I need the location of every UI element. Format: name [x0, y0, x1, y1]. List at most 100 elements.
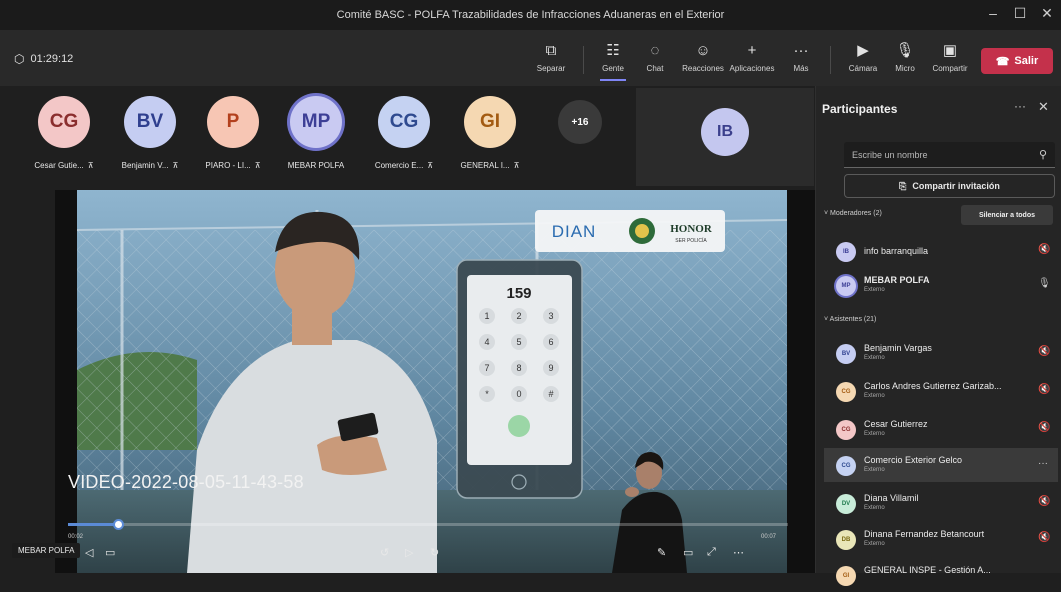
svg-text:#: # [548, 389, 553, 399]
video-frame-illustration: 159 1 2 3 4 5 6 7 8 9 * 0 # DIAN HONOR S… [77, 190, 787, 573]
leave-button[interactable]: ☎ Salir [981, 48, 1053, 74]
participant-row[interactable]: BV Benjamin Vargas Externo 🔇 [824, 336, 1058, 370]
avatar: CG [378, 96, 430, 148]
gallery-tile[interactable]: CG Comercio E... ⊼ [364, 96, 444, 170]
gallery-tile[interactable]: GI GENERAL I... ⊼ [450, 96, 530, 170]
tile-name: Cesar Gutie... [34, 161, 84, 170]
rewind-icon[interactable]: ↺ [380, 546, 389, 559]
honor-badge-text: HONOR [670, 223, 713, 235]
avatar: P [207, 96, 259, 148]
attendees-section-header[interactable]: ˅ Asistentes (21) [824, 316, 876, 323]
pin-icon: ⊼ [254, 161, 261, 170]
svg-text:7: 7 [484, 363, 489, 373]
svg-text:8: 8 [516, 363, 521, 373]
avatar: BV [124, 96, 176, 148]
participant-role: Externo [864, 431, 885, 437]
video-progress-bar[interactable] [68, 519, 788, 530]
more-options-icon[interactable]: ··· [1038, 458, 1048, 469]
participant-row[interactable]: CG Cesar Gutierrez Externo 🔇 [824, 412, 1058, 446]
phone-icon: ☎ [995, 55, 1010, 68]
participant-name: Diana Villamil [864, 493, 919, 503]
volume-icon[interactable]: ◁ [85, 546, 93, 559]
phone-number: 159 [506, 285, 531, 302]
shared-video[interactable]: 159 1 2 3 4 5 6 7 8 9 * 0 # DIAN HONOR S… [55, 190, 815, 573]
participant-row[interactable]: CG Comercio Exterior Gelco Externo ··· [824, 448, 1058, 482]
avatar: IB [701, 108, 749, 156]
video-title: VIDEO-2022-08-05-11-43-58 [68, 472, 304, 492]
mic-off-icon: 🔇 [1038, 422, 1051, 433]
participant-name: MEBAR POLFA [864, 275, 930, 285]
participant-row[interactable]: DB Dinana Fernandez Betancourt Externo 🔇 [824, 522, 1058, 556]
chat-button[interactable]: ◌ Chat [630, 42, 680, 73]
time-elapsed: 00:02 [68, 534, 84, 540]
gallery-tile[interactable]: CG Cesar Gutie... ⊼ [24, 96, 104, 170]
minimize-icon[interactable]: – [983, 5, 1003, 21]
more-icon: ··· [793, 42, 809, 59]
avatar: MP [290, 96, 342, 148]
title-bar: Comité BASC - POLFA Trazabilidades de In… [0, 0, 1061, 30]
pin-icon: ⊼ [427, 161, 434, 170]
participant-row[interactable]: GI GENERAL INSPE - Gestión A... [824, 558, 1058, 592]
share-link-icon: ⎘ [899, 180, 907, 191]
participant-row[interactable]: IB info barranquilla 🔇 [824, 234, 1058, 268]
close-icon[interactable]: ✕ [1038, 99, 1049, 115]
more-icon[interactable]: ⋯ [733, 546, 744, 559]
toolbar-divider [830, 46, 831, 74]
participant-name: Dinana Fernandez Betancourt [864, 529, 985, 539]
participant-name: Benjamin Vargas [864, 343, 932, 353]
panel-more-icon[interactable]: ··· [1014, 99, 1026, 113]
edit-icon[interactable]: ✎ [657, 546, 666, 559]
more-participants-tile[interactable]: +16 [540, 96, 620, 144]
participant-role: Externo [864, 393, 885, 399]
avatar: DV [836, 494, 856, 514]
maximize-icon[interactable]: ☐ [1010, 5, 1030, 22]
share-button[interactable]: ▣ Compartir [925, 42, 975, 73]
participant-row[interactable]: DV Diana Villamil Externo 🔇 [824, 486, 1058, 520]
svg-text:6: 6 [548, 337, 553, 347]
svg-text:*: * [485, 389, 489, 399]
pin-icon: ⊼ [513, 161, 520, 170]
apps-button[interactable]: + Aplicaciones [727, 42, 777, 73]
tile-name: MEBAR POLFA [287, 161, 345, 170]
forward-icon[interactable]: ↻ [430, 546, 439, 559]
gallery-tile[interactable]: BV Benjamin V... ⊼ [110, 96, 190, 170]
captions-icon[interactable]: ▭ [105, 546, 115, 559]
reactions-button[interactable]: ☺ Reacciones [678, 42, 728, 73]
avatar: CG [836, 420, 856, 440]
moderators-section-header[interactable]: ˅ Moderadores (2) [824, 210, 882, 217]
meeting-stage: CG Cesar Gutie... ⊼ BV Benjamin V... ⊼ P P… [0, 86, 815, 573]
separate-button[interactable]: ⧉ Separar [526, 42, 576, 73]
share-invite-button[interactable]: ⎘ Compartir invitación [844, 174, 1055, 198]
mic-off-icon: 🔇 [1038, 346, 1051, 357]
honor-badge-sub: SER POLICÍA [675, 237, 707, 244]
reactions-icon: ☺ [695, 42, 711, 59]
participant-search-input[interactable]: Escribe un nombre ⚲ [844, 142, 1055, 168]
participant-role: Externo [864, 355, 885, 361]
spotlight-tile[interactable]: IB [636, 88, 814, 186]
gallery-tile[interactable]: P PIARO - LI... ⊼ [193, 96, 273, 170]
avatar: DB [836, 530, 856, 550]
avatar: CG [836, 456, 856, 476]
participant-row[interactable]: CG Carlos Andres Gutierrez Garizab... Ex… [824, 374, 1058, 408]
more-button[interactable]: ··· Más [776, 42, 826, 73]
pip-icon[interactable]: ▭ [683, 546, 693, 559]
play-icon[interactable]: ▷ [405, 546, 413, 559]
mic-button[interactable]: 🎙 Micro [880, 42, 930, 73]
svg-text:2: 2 [516, 311, 521, 321]
video-image: 159 1 2 3 4 5 6 7 8 9 * 0 # DIAN HONOR S… [77, 190, 787, 573]
dian-logo-text: DIAN [552, 222, 597, 241]
participant-role: Externo [864, 541, 885, 547]
avatar: CG [38, 96, 90, 148]
participant-row[interactable]: MP MEBAR POLFA Externo 🎙 [824, 268, 1058, 302]
panel-title: Participantes [822, 102, 898, 116]
fullscreen-icon[interactable]: ⤢ [707, 546, 716, 559]
plus-icon: + [747, 42, 757, 59]
toolbar-divider [583, 46, 584, 74]
overflow-count: +16 [558, 100, 602, 144]
mute-all-button[interactable]: Silenciar a todos [961, 205, 1053, 225]
tile-name: GENERAL I... [460, 161, 510, 170]
meeting-toolbar: ⬡ 01:29:12 ⧉ Separar ☷ Gente ◌ Chat ☺ Re… [0, 30, 1061, 86]
gallery-tile[interactable]: MP MEBAR POLFA [276, 96, 356, 170]
close-window-icon[interactable]: ✕ [1037, 5, 1057, 22]
pin-icon: ⊼ [172, 161, 179, 170]
